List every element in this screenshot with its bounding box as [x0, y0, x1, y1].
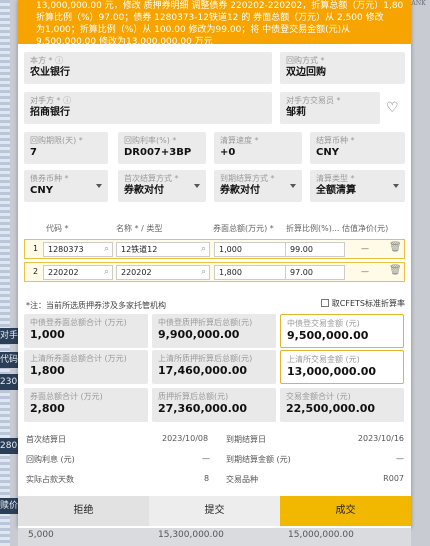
summary-box-highlight[interactable]: 上清所交易金额 (元) 13,000,000.00 [280, 350, 404, 384]
handshake-icon[interactable]: ♡ [386, 100, 399, 116]
face-amount-input[interactable]: 1,000 [214, 242, 296, 257]
banner-line: 13,000,000.00 元，修改 质押券明细 调整债券 220202-220… [36, 1, 403, 11]
info-row: 首次结算日 2023/10/08 到期结算日 2023/10/16 [26, 434, 404, 444]
banner-line: 为1,000；折算比例（%）从 100.00 修改为99.00；将 中债登交易金… [36, 25, 351, 35]
bond-currency-select[interactable]: 债券币种 * CNY [24, 170, 108, 202]
summary-box-highlight[interactable]: 中债登交易金额 (元) 9,500,000.00 [280, 314, 404, 348]
chevron-down-icon [96, 184, 102, 188]
clearing-type-select[interactable]: 清算类型 * 全额清算 [310, 170, 405, 202]
checkbox-icon [320, 299, 329, 307]
change-notice-banner: 13,000,000.00 元，修改 质押券明细 调整债券 220202-220… [18, 0, 411, 44]
background-label: 赎价 [0, 498, 18, 514]
maturity-settle-method-select[interactable]: 到期结算方式 * 券款对付 [214, 170, 302, 202]
delete-icon[interactable]: 🗑 [389, 265, 402, 276]
custodian-note: *注：当前所选质押券涉及多家托管机构 [26, 301, 166, 310]
column-header-ratio: 折算比例(%)... 估值净价(元) [286, 224, 389, 233]
bond-code-input[interactable]: 220202 ⌕ [43, 265, 113, 280]
background-label: 对手 [0, 328, 18, 344]
cfets-ratio-checkbox[interactable]: 取CFETS标准折算率 [320, 298, 405, 309]
repo-confirm-dialog: 13,000,000.00 元，修改 质押券明细 调整债券 220202-220… [18, 0, 411, 528]
chevron-down-icon [194, 184, 200, 188]
background-summary-peek: 5,000 15,300,000.00 15,000,000.00 [18, 528, 411, 546]
bond-code-input[interactable]: 1280373 ⌕ [43, 242, 113, 257]
collateral-row: 2 220202⌕ 220202⌕ 1,800⊗ 97.00 — 🗑 [24, 262, 405, 282]
ratio-input[interactable]: 99.00 [285, 242, 345, 257]
summary-box: 中债登质押折算后总额(元) 9,900,000.00 [152, 314, 276, 348]
face-amount-input[interactable]: 1,800⊗ [214, 265, 296, 280]
column-header-face: 券面总额(万元) * [213, 224, 274, 233]
repo-rate-field: 回购利率(%) * DR007+3BP [118, 132, 206, 164]
repo-term-field: 回购期限(天) * 7 [24, 132, 108, 164]
action-bar: 拒绝 提交 成交 [18, 496, 411, 526]
search-icon: ⌕ [103, 244, 109, 254]
search-icon: ⌕ [200, 267, 206, 277]
own-party-field: 本方 * ⓘ 农业银行 [24, 52, 272, 84]
summary-box: 质押折算后总额(元) 27,360,000.00 [152, 388, 276, 422]
valuation-price: — [361, 244, 369, 253]
settle-speed-field: 清算速度 * +0 [214, 132, 302, 164]
valuation-price: — [361, 267, 369, 276]
reject-button[interactable]: 拒绝 [18, 496, 149, 526]
background-label: 280 [0, 438, 18, 454]
bond-name-input[interactable]: 12铁道12 ⌕ [116, 242, 210, 257]
background-label: 代码 [0, 352, 18, 368]
banner-line: 折算比例（%）97.00；债券 1280373-12铁道12 的 券面总额（万元… [36, 13, 384, 23]
search-icon: ⌕ [103, 267, 109, 277]
summary-box: 上清所质押折算后总额(元) 17,460,000.00 [152, 350, 276, 384]
search-icon: ⌕ [200, 244, 206, 254]
background-window-edge [0, 0, 10, 546]
submit-button[interactable]: 提交 [149, 496, 280, 526]
column-header-code: 代码 * [46, 224, 69, 233]
first-settle-method-select[interactable]: 首次结算方式 * 券款对付 [118, 170, 206, 202]
ratio-input[interactable]: 97.00 [285, 265, 345, 280]
summary-box: 上清所券面总额合计 (万元) 1,800 [24, 350, 148, 384]
delete-icon[interactable]: 🗑 [389, 242, 402, 253]
banner-line: 9,500,000.00 修改为13,000,000.00 万元 [36, 37, 213, 44]
info-row: 回购利息 (元) — 到期结算金额 (元) — [26, 454, 404, 464]
summary-box: 中债登券面总额合计 (万元) 1,000 [24, 314, 148, 348]
column-header-name: 名称 * / 类型 [116, 224, 163, 233]
chevron-down-icon [290, 184, 296, 188]
repo-type-field: 回购方式 * 双边回购 [280, 52, 405, 84]
info-row: 实际占款天数 8 交易品种 R007 [26, 474, 404, 484]
summary-box: 券面总额合计 (万元) 2,800 [24, 388, 148, 422]
settle-currency-field: 结算币种 * CNY [310, 132, 405, 164]
confirm-deal-button[interactable]: 成交 [280, 496, 411, 526]
collateral-row: 1 1280373 ⌕ 12铁道12 ⌕ 1,000 99.00 — 🗑 [24, 239, 405, 259]
counterparty-field: 对手方 * ⓘ 招商银行 [24, 92, 272, 124]
chevron-down-icon [393, 184, 399, 188]
counterparty-trader-field[interactable]: 对手方交易员 * 邹莉 [280, 92, 380, 124]
background-label: 230 [0, 374, 18, 390]
bond-name-input[interactable]: 220202 ⌕ [116, 265, 210, 280]
summary-box: 交易金额合计 (元) 22,500,000.00 [280, 388, 404, 422]
